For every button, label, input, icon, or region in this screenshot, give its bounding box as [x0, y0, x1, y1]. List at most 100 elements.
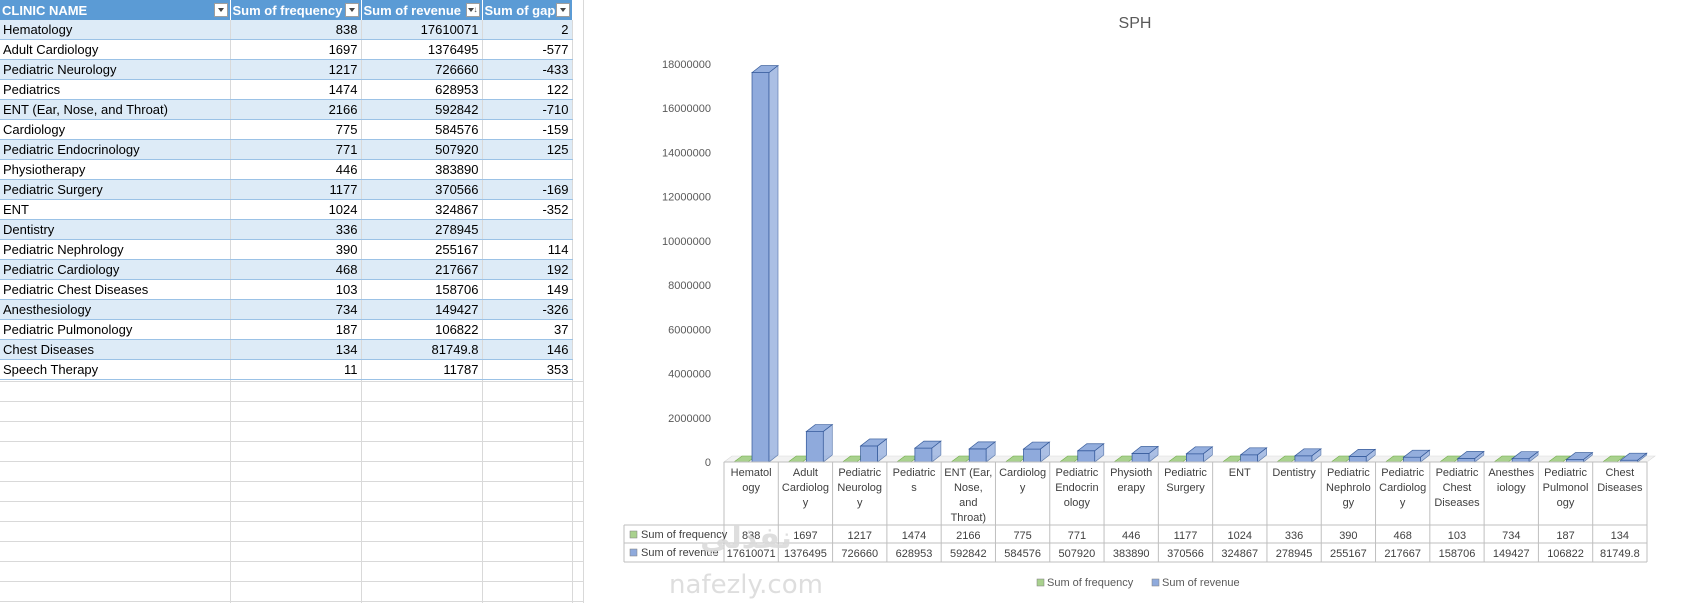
frequency-cell[interactable]: 1474: [230, 79, 362, 100]
clinic-name-cell[interactable]: Adult Cardiology: [0, 39, 231, 60]
frequency-cell[interactable]: 11: [230, 359, 362, 380]
table-row[interactable]: Anesthesiology 734 149427 -326: [0, 299, 573, 320]
frequency-cell[interactable]: 1697: [230, 39, 362, 60]
frequency-cell[interactable]: 468: [230, 259, 362, 280]
frequency-cell[interactable]: 1024: [230, 199, 362, 220]
frequency-cell[interactable]: 775: [230, 119, 362, 140]
revenue-cell[interactable]: 149427: [361, 299, 483, 320]
table-row[interactable]: ENT (Ear, Nose, and Throat) 2166 592842 -71…: [0, 99, 573, 120]
gap-cell[interactable]: -352: [482, 199, 573, 220]
frequency-cell[interactable]: 390: [230, 239, 362, 260]
filter-dropdown-icon[interactable]: [344, 3, 359, 17]
sort-descending-icon[interactable]: ↓: [465, 3, 480, 17]
clinic-name-cell[interactable]: Pediatric Endocrinology: [0, 139, 231, 160]
gap-cell[interactable]: 114: [482, 239, 573, 260]
clinic-name-cell[interactable]: ENT: [0, 199, 231, 220]
revenue-cell[interactable]: 726660: [361, 59, 483, 80]
table-row[interactable]: Adult Cardiology 1697 1376495 -577: [0, 39, 573, 60]
clinic-name-cell[interactable]: Pediatric Pulmonology: [0, 319, 231, 340]
gap-cell[interactable]: 2: [482, 20, 573, 40]
frequency-cell[interactable]: 838: [230, 20, 362, 40]
table-row[interactable]: Physiotherapy 446 383890: [0, 159, 573, 180]
revenue-cell[interactable]: 584576: [361, 119, 483, 140]
frequency-cell[interactable]: 103: [230, 279, 362, 300]
revenue-cell[interactable]: 628953: [361, 79, 483, 100]
sph-chart[interactable]: SPH 0 2000000 4000000 6000000 8000000 1000000…: [583, 0, 1685, 603]
revenue-cell[interactable]: 324867: [361, 199, 483, 220]
table-row[interactable]: Pediatric Cardiology 468 217667 192: [0, 259, 573, 280]
revenue-cell[interactable]: 278945: [361, 219, 483, 240]
table-row[interactable]: Pediatric Chest Diseases 103 158706 149: [0, 279, 573, 300]
clinic-name-cell[interactable]: Chest Diseases: [0, 339, 231, 360]
gridline-horizontal: [0, 401, 583, 402]
frequency-cell[interactable]: 446: [230, 159, 362, 180]
header-sum-of-revenue[interactable]: Sum of revenue ↓: [361, 0, 483, 20]
clinic-name-cell[interactable]: Speech Therapy: [0, 359, 231, 380]
frequency-cell[interactable]: 134: [230, 339, 362, 360]
gap-cell[interactable]: 125: [482, 139, 573, 160]
gap-cell[interactable]: 192: [482, 259, 573, 280]
gap-cell[interactable]: -710: [482, 99, 573, 120]
clinic-name-cell[interactable]: Pediatric Neurology: [0, 59, 231, 80]
header-clinic-name[interactable]: CLINIC NAME: [0, 0, 231, 20]
table-row[interactable]: Pediatric Neurology 1217 726660 -433: [0, 59, 573, 80]
clinic-name-cell[interactable]: ENT (Ear, Nose, and Throat): [0, 99, 231, 120]
gap-cell[interactable]: 122: [482, 79, 573, 100]
revenue-cell[interactable]: 81749.8: [361, 339, 483, 360]
revenue-cell[interactable]: 158706: [361, 279, 483, 300]
clinic-name-cell[interactable]: Anesthesiology: [0, 299, 231, 320]
gap-cell[interactable]: -169: [482, 179, 573, 200]
revenue-cell[interactable]: 1376495: [361, 39, 483, 60]
table-row[interactable]: ENT 1024 324867 -352: [0, 199, 573, 220]
clinic-name-cell[interactable]: Pediatric Chest Diseases: [0, 279, 231, 300]
clinic-name-cell[interactable]: Pediatric Nephrology: [0, 239, 231, 260]
table-row[interactable]: Pediatric Endocrinology 771 507920 125: [0, 139, 573, 160]
header-sum-of-gap[interactable]: Sum of gap: [482, 0, 573, 20]
clinic-name-cell[interactable]: Physiotherapy: [0, 159, 231, 180]
table-row[interactable]: Pediatrics 1474 628953 122: [0, 79, 573, 100]
revenue-cell[interactable]: 592842: [361, 99, 483, 120]
clinic-name-cell[interactable]: Cardiology: [0, 119, 231, 140]
table-row[interactable]: Pediatric Surgery 1177 370566 -169: [0, 179, 573, 200]
gap-cell[interactable]: 37: [482, 319, 573, 340]
revenue-cell[interactable]: 11787: [361, 359, 483, 380]
table-row[interactable]: Pediatric Pulmonology 187 106822 37: [0, 319, 573, 340]
clinic-name-cell[interactable]: Pediatric Surgery: [0, 179, 231, 200]
clinic-name-cell[interactable]: Pediatrics: [0, 79, 231, 100]
table-row[interactable]: Hematology 838 17610071 2: [0, 20, 573, 40]
filter-dropdown-icon[interactable]: [213, 3, 228, 17]
table-row[interactable]: Chest Diseases 134 81749.8 146: [0, 339, 573, 360]
filter-dropdown-icon[interactable]: [555, 3, 570, 17]
frequency-cell[interactable]: 1177: [230, 179, 362, 200]
clinic-name-cell[interactable]: Hematology: [0, 20, 231, 40]
revenue-cell[interactable]: 17610071: [361, 20, 483, 40]
gap-cell[interactable]: -577: [482, 39, 573, 60]
revenue-cell[interactable]: 370566: [361, 179, 483, 200]
gap-cell[interactable]: [482, 219, 573, 240]
clinic-name-cell[interactable]: Pediatric Cardiology: [0, 259, 231, 280]
frequency-cell[interactable]: 336: [230, 219, 362, 240]
frequency-cell[interactable]: 1217: [230, 59, 362, 80]
gap-cell[interactable]: -326: [482, 299, 573, 320]
table-row[interactable]: Speech Therapy 11 11787 353: [0, 359, 573, 380]
gap-cell[interactable]: [482, 159, 573, 180]
frequency-cell[interactable]: 2166: [230, 99, 362, 120]
frequency-cell[interactable]: 771: [230, 139, 362, 160]
header-sum-of-frequency[interactable]: Sum of frequency: [230, 0, 362, 20]
revenue-cell[interactable]: 106822: [361, 319, 483, 340]
gap-cell[interactable]: 146: [482, 339, 573, 360]
gap-cell[interactable]: 149: [482, 279, 573, 300]
frequency-cell[interactable]: 187: [230, 319, 362, 340]
gap-cell[interactable]: 353: [482, 359, 573, 380]
clinic-name-cell[interactable]: Dentistry: [0, 219, 231, 240]
gap-cell[interactable]: -159: [482, 119, 573, 140]
revenue-cell[interactable]: 217667: [361, 259, 483, 280]
revenue-cell[interactable]: 507920: [361, 139, 483, 160]
table-row[interactable]: Dentistry 336 278945: [0, 219, 573, 240]
table-row[interactable]: Cardiology 775 584576 -159: [0, 119, 573, 140]
revenue-cell[interactable]: 383890: [361, 159, 483, 180]
frequency-cell[interactable]: 734: [230, 299, 362, 320]
revenue-cell[interactable]: 255167: [361, 239, 483, 260]
gap-cell[interactable]: -433: [482, 59, 573, 80]
table-row[interactable]: Pediatric Nephrology 390 255167 114: [0, 239, 573, 260]
